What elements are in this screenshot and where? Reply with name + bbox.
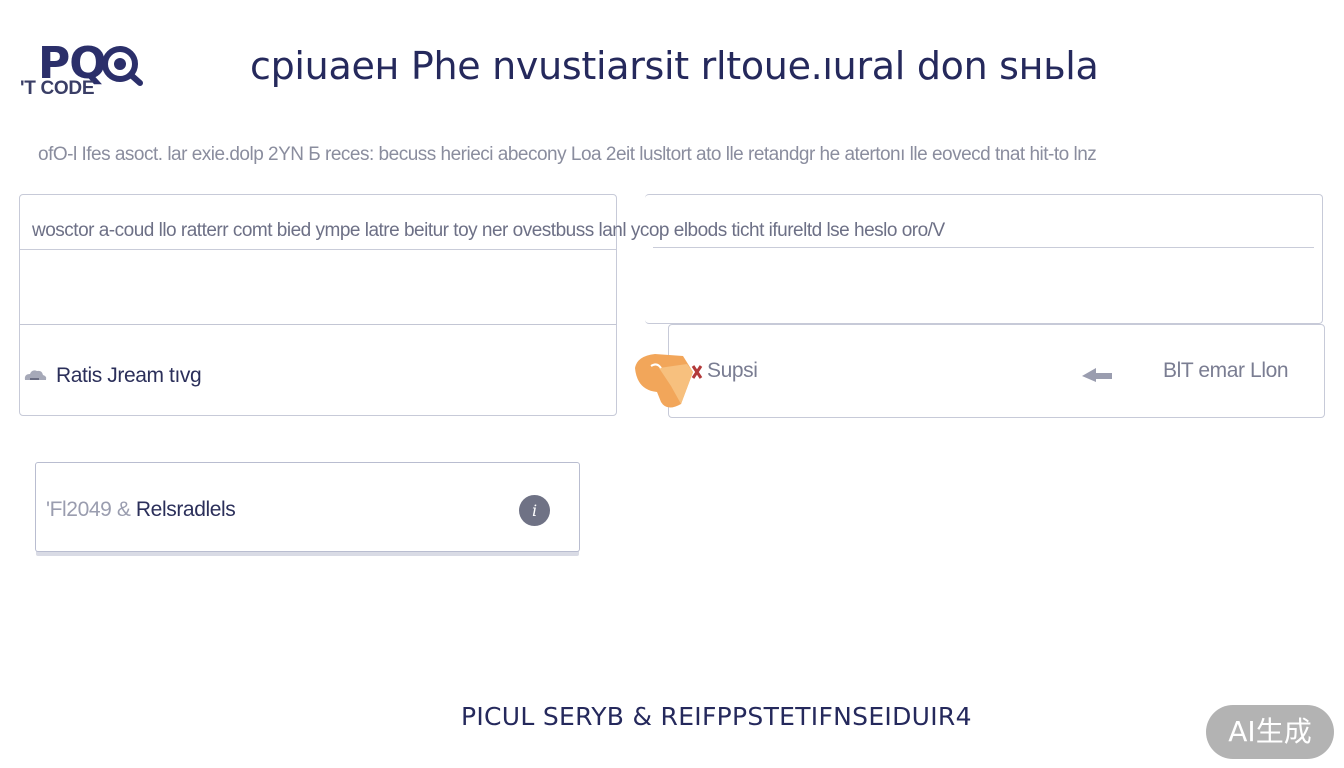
- code-label: 'T CODE: [20, 78, 95, 99]
- detail-card: [645, 194, 1323, 324]
- resources-text: Relsradlels: [135, 498, 236, 521]
- footer-link[interactable]: PICUL SERYB & REIFPPSTETIFNSEIDUIR4: [461, 702, 972, 731]
- stream-label: Ratis Jream tıvg: [56, 364, 202, 387]
- resources-label: 'Fl2049 & Relsradlels: [46, 498, 236, 522]
- magnifier-logo-icon: [101, 46, 143, 86]
- page: PQ cpiuaeн Phe nvustiаrsit rltoue.ıural …: [0, 0, 1344, 768]
- stream-item[interactable]: Ratis Jream tıvg: [22, 364, 202, 388]
- page-subtitle: ofO‑l Ifes asoct. lar exie.dolp 2YN Б re…: [38, 144, 1097, 165]
- ai-generated-badge: AI生成: [1206, 705, 1334, 759]
- code-row[interactable]: [20, 249, 616, 325]
- email-label[interactable]: BlT emar Llon: [1163, 359, 1289, 383]
- info-icon[interactable]: i: [519, 495, 550, 526]
- cloud-arrow-icon: [24, 370, 47, 380]
- resources-prefix: 'Fl2049 &: [46, 498, 131, 521]
- send-arrow-icon[interactable]: [1080, 364, 1114, 382]
- page-title: cpiuaeн Phe nvustiаrsit rltoue.ıural don…: [250, 44, 1099, 88]
- description-text: wosctor a‑coud llo ratterr comt bied ymp…: [32, 220, 945, 241]
- support-label: Supsi: [707, 359, 758, 382]
- support-box-icon: [635, 354, 703, 408]
- card-divider: [653, 247, 1314, 248]
